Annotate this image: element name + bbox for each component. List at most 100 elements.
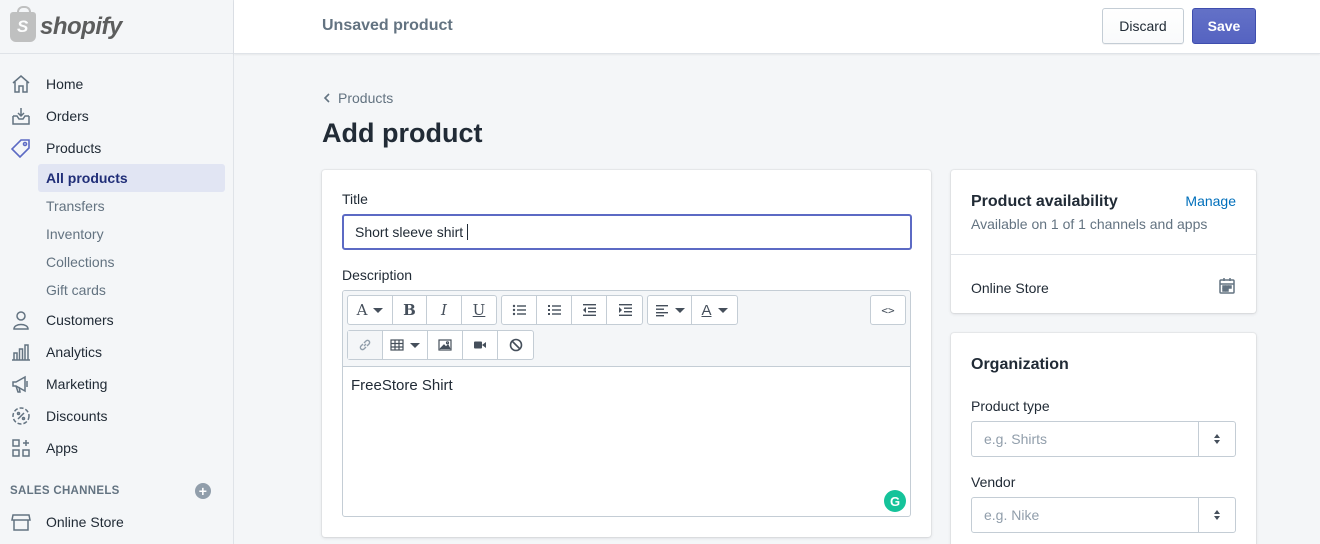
sidebar: S shopify Home Orders Products All produ…: [0, 0, 234, 544]
sidebar-subitem-gift-cards[interactable]: Gift cards: [0, 276, 233, 304]
select-arrows-icon: [1198, 498, 1235, 532]
align-left-icon: [655, 305, 668, 317]
bullet-list-button[interactable]: [502, 296, 537, 324]
product-type-placeholder: e.g. Shirts: [984, 431, 1048, 447]
calendar-icon[interactable]: [1218, 277, 1236, 295]
sidebar-item-label: Home: [46, 76, 84, 92]
clear-format-button[interactable]: [498, 331, 533, 359]
availability-title: Product availability: [971, 193, 1118, 210]
title-input-value: Short sleeve shirt: [355, 224, 464, 240]
caret-down-icon: [674, 307, 685, 313]
discard-button[interactable]: Discard: [1102, 8, 1184, 44]
top-bar: Unsaved product Discard Save: [234, 0, 1320, 54]
align-button[interactable]: [648, 296, 692, 324]
save-button[interactable]: Save: [1192, 8, 1256, 44]
caret-down-icon: [410, 342, 420, 348]
sidebar-item-products[interactable]: Products: [0, 132, 233, 164]
divider: [951, 254, 1256, 255]
shopify-bag-icon: S: [10, 5, 36, 42]
availability-card: Product availability Manage Available on…: [951, 170, 1256, 313]
html-group: <>: [870, 295, 906, 325]
vendor-placeholder: e.g. Nike: [984, 507, 1040, 523]
table-button[interactable]: [383, 331, 428, 359]
clear-format-icon: [509, 338, 522, 352]
sidebar-subitem-transfers[interactable]: Transfers: [0, 192, 233, 220]
product-type-label: Product type: [971, 398, 1050, 414]
discount-icon: [10, 405, 32, 427]
description-textarea[interactable]: FreeStore Shirt: [343, 367, 910, 404]
caret-down-icon: [717, 307, 728, 313]
sidebar-item-apps[interactable]: Apps: [0, 432, 233, 464]
text-color-button[interactable]: A: [692, 296, 737, 324]
sidebar-item-label: Online Store: [46, 514, 124, 530]
sales-channels-heading: SALES CHANNELS +: [0, 480, 233, 502]
add-channel-icon[interactable]: +: [195, 483, 211, 499]
sidebar-item-label: Customers: [46, 312, 114, 328]
image-icon: [438, 339, 452, 351]
table-icon: [390, 339, 404, 351]
video-button[interactable]: [463, 331, 498, 359]
organization-title: Organization: [971, 356, 1069, 373]
logo[interactable]: S shopify: [0, 0, 233, 54]
title-label: Title: [342, 191, 368, 207]
sidebar-item-label: Products: [46, 140, 102, 156]
sidebar-item-label: Marketing: [46, 376, 108, 392]
megaphone-icon: [10, 373, 32, 395]
sidebar-subitem-collections[interactable]: Collections: [0, 248, 233, 276]
orders-icon: [10, 105, 32, 127]
image-button[interactable]: [428, 331, 463, 359]
chevron-left-icon: [323, 93, 330, 103]
vendor-select[interactable]: e.g. Nike: [971, 497, 1236, 533]
sidebar-item-label: Apps: [46, 440, 78, 456]
text-caret: [467, 224, 469, 240]
sidebar-item-home[interactable]: Home: [0, 68, 233, 100]
breadcrumb-label: Products: [338, 90, 394, 106]
sidebar-item-customers[interactable]: Customers: [0, 304, 233, 336]
sidebar-item-label: Discounts: [46, 408, 108, 424]
store-icon: [10, 511, 32, 533]
link-button[interactable]: [348, 331, 383, 359]
align-color-group: A: [647, 295, 738, 325]
title-input[interactable]: Short sleeve shirt: [342, 214, 912, 250]
bold-button[interactable]: B: [393, 296, 427, 324]
list-group: [501, 295, 643, 325]
bullet-list-icon: [512, 304, 526, 316]
manage-link[interactable]: Manage: [1185, 193, 1236, 209]
outdent-icon: [583, 304, 596, 316]
indent-button[interactable]: [607, 296, 642, 324]
channel-online-store: Online Store: [971, 280, 1049, 296]
outdent-button[interactable]: [572, 296, 607, 324]
numbered-list-icon: [548, 305, 561, 315]
availability-subtitle: Available on 1 of 1 channels and apps: [971, 216, 1208, 232]
font-style-button[interactable]: A: [348, 296, 393, 324]
underline-button[interactable]: U: [462, 296, 496, 324]
topbar-title: Unsaved product: [322, 17, 453, 34]
sidebar-item-marketing[interactable]: Marketing: [0, 368, 233, 400]
description-editor: A B I U A <> FreeStore Shirt G: [342, 290, 911, 517]
html-view-button[interactable]: <>: [871, 296, 905, 324]
page-title: Add product: [322, 118, 483, 148]
tag-icon: [10, 137, 32, 159]
sidebar-item-orders[interactable]: Orders: [0, 100, 233, 132]
sidebar-item-label: Analytics: [46, 344, 103, 360]
grammarly-icon[interactable]: G: [884, 490, 906, 512]
sidebar-item-label: Orders: [46, 108, 89, 124]
home-icon: [10, 73, 32, 95]
sidebar-subitem-all-products[interactable]: All products: [38, 164, 225, 192]
indent-icon: [618, 304, 632, 316]
sidebar-item-online-store[interactable]: Online Store: [0, 506, 233, 538]
vendor-label: Vendor: [971, 474, 1016, 490]
numbered-list-button[interactable]: [537, 296, 572, 324]
sidebar-item-discounts[interactable]: Discounts: [0, 400, 233, 432]
sidebar-subitem-inventory[interactable]: Inventory: [0, 220, 233, 248]
apps-icon: [10, 437, 32, 459]
italic-button[interactable]: I: [427, 296, 462, 324]
breadcrumb[interactable]: Products: [322, 90, 393, 106]
video-icon: [474, 341, 486, 349]
product-details-card: Title Short sleeve shirt Description A B…: [322, 170, 931, 537]
main-nav: Home Orders Products All products Transf…: [0, 54, 233, 538]
text-format-group: A B I U: [347, 295, 497, 325]
logo-text: shopify: [40, 12, 122, 40]
product-type-select[interactable]: e.g. Shirts: [971, 421, 1236, 457]
sidebar-item-analytics[interactable]: Analytics: [0, 336, 233, 368]
